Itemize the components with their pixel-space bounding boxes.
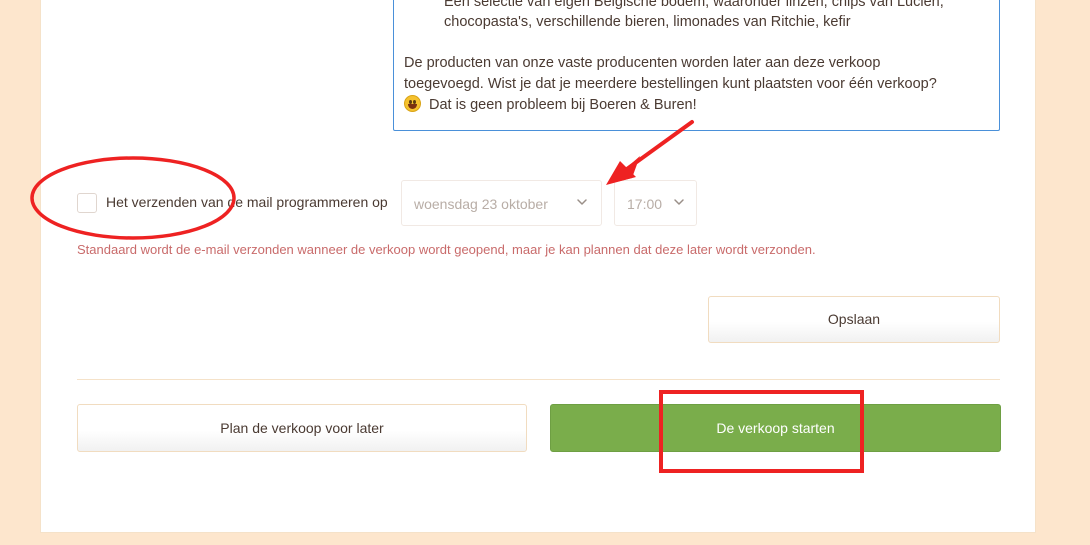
schedule-date-select[interactable]: woensdag 23 oktober — [401, 180, 602, 226]
schedule-date-value: woensdag 23 oktober — [414, 196, 548, 212]
save-button[interactable]: Opslaan — [708, 296, 1000, 343]
sale-description-textarea[interactable]: Een selectie van eigen Belgische bodem, … — [393, 0, 1000, 131]
description-line: Een selectie van eigen Belgische bodem, … — [444, 0, 944, 10]
description-last-text: Dat is geen probleem bij Boeren & Buren! — [429, 97, 697, 113]
schedule-mail-checkbox[interactable] — [77, 193, 97, 213]
plan-sale-later-button[interactable]: Plan de verkoop voor later — [77, 404, 527, 452]
section-divider — [77, 379, 1000, 380]
start-sale-button[interactable]: De verkoop starten — [550, 404, 1001, 452]
schedule-time-value: 17:00 — [627, 196, 663, 212]
schedule-mail-hint: Standaard wordt de e-mail verzonden wann… — [77, 242, 816, 257]
description-line: toegevoegd. Wist je dat je meerdere best… — [404, 76, 937, 92]
schedule-mail-label[interactable]: Het verzenden van de mail programmeren o… — [106, 194, 388, 210]
chevron-down-icon — [577, 199, 587, 205]
grinning-face-icon — [404, 95, 421, 112]
sale-form-card: Een selectie van eigen Belgische bodem, … — [40, 0, 1036, 533]
schedule-time-select[interactable]: 17:00 — [614, 180, 697, 226]
description-line-last: Dat is geen probleem bij Boeren & Buren! — [404, 95, 697, 116]
description-line: De producten van onze vaste producenten … — [404, 55, 881, 71]
description-line: chocopasta's, verschillende bieren, limo… — [444, 14, 851, 30]
chevron-down-icon — [674, 199, 684, 205]
schedule-mail-row: Het verzenden van de mail programmeren o… — [77, 180, 777, 226]
